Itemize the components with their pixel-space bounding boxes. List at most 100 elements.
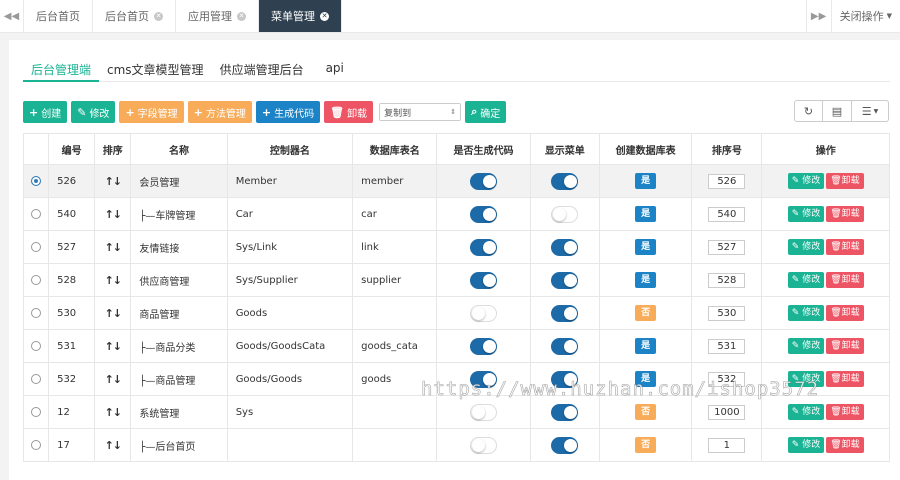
- sort-handle-cell[interactable]: ↑↓: [94, 296, 132, 330]
- sort-number-input[interactable]: 531: [708, 338, 746, 354]
- column-header[interactable]: 是否生成代码: [436, 133, 531, 165]
- sort-number-input[interactable]: 1: [708, 437, 746, 453]
- sort-handle-cell[interactable]: ↑↓: [94, 197, 132, 231]
- sort-arrows-icon[interactable]: ↑↓: [105, 241, 122, 254]
- field-manage-button[interactable]: + 字段管理: [119, 101, 184, 123]
- gen-code-toggle[interactable]: [470, 370, 498, 388]
- table-row[interactable]: 527 ↑↓ 友情链接 Sys/Link link 是 527 ✎ 修改 🗑卸载: [22, 230, 890, 264]
- sort-handle-cell[interactable]: ↑↓: [94, 362, 132, 396]
- row-radio[interactable]: [31, 208, 42, 219]
- row-select-cell[interactable]: [22, 329, 50, 363]
- row-select-cell[interactable]: [22, 230, 50, 264]
- sort-number-input[interactable]: 526: [708, 173, 746, 189]
- confirm-button[interactable]: ⌕ 确定: [465, 101, 507, 123]
- row-edit-button[interactable]: ✎ 修改: [787, 239, 825, 255]
- tab-app-manage[interactable]: 应用管理 ✕: [176, 0, 259, 32]
- row-edit-button[interactable]: ✎ 修改: [787, 437, 825, 453]
- sort-arrows-icon[interactable]: ↑↓: [105, 274, 122, 287]
- gen-code-toggle[interactable]: [470, 337, 498, 355]
- row-edit-button[interactable]: ✎ 修改: [787, 371, 825, 387]
- scroll-tabs-left-button[interactable]: ◀◀: [0, 0, 24, 32]
- tab-home[interactable]: 后台首页: [24, 0, 93, 32]
- row-uninstall-button[interactable]: 🗑卸载: [826, 338, 864, 354]
- close-tab-icon[interactable]: ✕: [154, 11, 163, 21]
- tab-menu-manage[interactable]: 菜单管理 ✕: [259, 0, 342, 32]
- column-header[interactable]: 显示菜单: [529, 133, 600, 165]
- show-menu-toggle[interactable]: [551, 172, 579, 190]
- row-select-cell[interactable]: [22, 362, 50, 396]
- row-select-cell[interactable]: [22, 428, 50, 462]
- row-edit-button[interactable]: ✎ 修改: [787, 404, 825, 420]
- toggle-view-button[interactable]: ▤: [823, 100, 852, 122]
- gen-code-toggle[interactable]: [470, 238, 498, 256]
- row-radio[interactable]: [31, 307, 42, 318]
- sort-arrows-icon[interactable]: ↑↓: [105, 406, 122, 419]
- sort-handle-cell[interactable]: ↑↓: [94, 395, 132, 429]
- sort-handle-cell[interactable]: ↑↓: [94, 164, 132, 198]
- create-button[interactable]: + 创建: [23, 101, 68, 123]
- table-row[interactable]: 540 ↑↓ ├—车牌管理 Car car 是 540 ✎ 修改 🗑卸载: [22, 197, 890, 231]
- close-tab-icon[interactable]: ✕: [237, 11, 246, 21]
- show-menu-toggle[interactable]: [551, 271, 579, 289]
- sort-number-input[interactable]: 540: [708, 206, 746, 222]
- column-header[interactable]: 排序号: [691, 133, 763, 165]
- column-header[interactable]: 名称: [130, 133, 228, 165]
- show-menu-toggle[interactable]: [551, 304, 579, 322]
- gen-code-toggle[interactable]: [470, 403, 498, 421]
- table-row[interactable]: 531 ↑↓ ├—商品分类 Goods/GoodsCata goods_cata 是 531…: [22, 329, 890, 363]
- tab-home-2[interactable]: 后台首页 ✕: [93, 0, 176, 32]
- row-edit-button[interactable]: ✎ 修改: [787, 173, 825, 189]
- sort-handle-cell[interactable]: ↑↓: [94, 329, 132, 363]
- sort-number-input[interactable]: 532: [708, 371, 746, 387]
- row-edit-button[interactable]: ✎ 修改: [787, 206, 825, 222]
- row-uninstall-button[interactable]: 🗑卸载: [826, 239, 864, 255]
- sort-arrows-icon[interactable]: ↑↓: [105, 175, 122, 188]
- sort-handle-cell[interactable]: ↑↓: [94, 230, 132, 264]
- show-menu-toggle[interactable]: [551, 337, 579, 355]
- edit-button[interactable]: ✎ 修改: [71, 101, 116, 123]
- row-radio[interactable]: [31, 439, 42, 450]
- column-header[interactable]: 控制器名: [226, 133, 354, 165]
- row-radio[interactable]: [31, 175, 42, 186]
- row-uninstall-button[interactable]: 🗑卸载: [826, 404, 864, 420]
- sort-number-input[interactable]: 530: [708, 305, 746, 321]
- subtab-api[interactable]: api: [312, 58, 352, 82]
- close-tab-icon[interactable]: ✕: [320, 11, 329, 21]
- row-edit-button[interactable]: ✎ 修改: [787, 305, 825, 321]
- column-header[interactable]: 编号: [48, 133, 96, 165]
- table-row[interactable]: 12 ↑↓ 系统管理 Sys 否 1000 ✎ 修改 🗑卸载: [22, 395, 890, 429]
- generate-code-button[interactable]: + 生成代码: [255, 101, 321, 123]
- column-settings-dropdown[interactable]: ☰ ▼: [852, 100, 889, 122]
- sort-handle-cell[interactable]: ↑↓: [94, 263, 132, 297]
- row-select-cell[interactable]: [22, 164, 50, 198]
- sort-arrows-icon[interactable]: ↑↓: [105, 439, 122, 452]
- row-uninstall-button[interactable]: 🗑卸载: [826, 272, 864, 288]
- row-radio[interactable]: [31, 406, 42, 417]
- gen-code-toggle[interactable]: [470, 436, 498, 454]
- sort-arrows-icon[interactable]: ↑↓: [105, 208, 122, 221]
- row-select-cell[interactable]: [22, 395, 50, 429]
- copy-to-select[interactable]: 复制到 ⇕: [379, 103, 462, 121]
- sort-number-input[interactable]: 528: [708, 272, 746, 288]
- uninstall-button[interactable]: 🗑 卸载: [324, 101, 374, 123]
- sort-number-input[interactable]: 1000: [708, 404, 746, 420]
- table-row[interactable]: 530 ↑↓ 商品管理 Goods 否 530 ✎ 修改 🗑卸载: [22, 296, 890, 330]
- scroll-tabs-right-button[interactable]: ▶▶: [805, 0, 832, 32]
- gen-code-toggle[interactable]: [470, 172, 498, 190]
- table-row[interactable]: 532 ↑↓ ├—商品管理 Goods/Goods goods 是 532 ✎ 修改 🗑卸载: [22, 362, 890, 396]
- subtab-supplier[interactable]: 供应端管理后台: [212, 58, 312, 82]
- show-menu-toggle[interactable]: [551, 238, 579, 256]
- gen-code-toggle[interactable]: [470, 205, 498, 223]
- row-select-cell[interactable]: [22, 296, 50, 330]
- row-uninstall-button[interactable]: 🗑卸载: [826, 305, 864, 321]
- gen-code-toggle[interactable]: [470, 271, 498, 289]
- column-header[interactable]: 数据库表名: [352, 133, 438, 165]
- column-header[interactable]: 排序: [94, 133, 132, 165]
- row-radio[interactable]: [31, 373, 42, 384]
- subtab-cms[interactable]: cms文章模型管理: [99, 58, 212, 82]
- column-header[interactable]: 创建数据库表: [598, 133, 693, 165]
- sort-arrows-icon[interactable]: ↑↓: [105, 340, 122, 353]
- gen-code-toggle[interactable]: [470, 304, 498, 322]
- sort-arrows-icon[interactable]: ↑↓: [105, 307, 122, 320]
- row-radio[interactable]: [31, 241, 42, 252]
